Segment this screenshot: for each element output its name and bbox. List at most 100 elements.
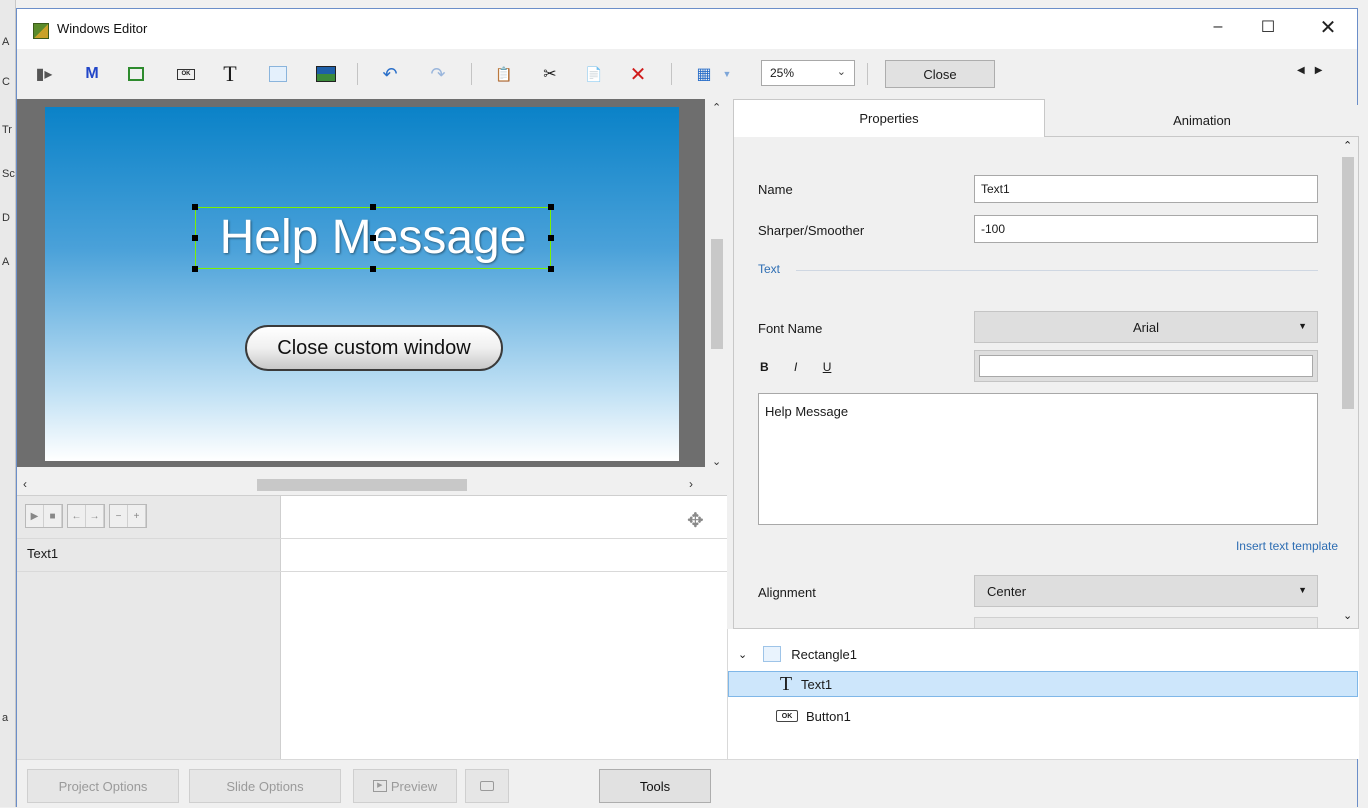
tree-item-button1[interactable]: OK Button1 [728,703,1358,729]
grid-icon[interactable]: ▦ [691,61,717,87]
bg-letter: D [2,212,10,224]
scroll-thumb[interactable] [711,239,723,349]
minus-icon[interactable]: − [110,505,128,527]
background-app-strip: A C Tr Sc D A a [0,0,16,807]
font-name-select[interactable]: Arial ▼ [974,311,1318,343]
tab-animation[interactable]: Animation [1045,105,1359,137]
tree-item-rectangle1[interactable]: ⌄ Rectangle1 [728,641,1358,667]
resize-handle[interactable] [548,235,554,241]
zoom-select[interactable]: 25% ⌄ [761,60,855,86]
slide-options-button[interactable]: Slide Options [189,769,341,803]
text-content-area[interactable]: Help Message [758,393,1318,525]
text-object-icon: T [779,672,793,695]
scroll-thumb[interactable] [257,479,467,491]
frame-icon[interactable] [123,61,149,87]
redo-icon[interactable]: ↷ [425,61,451,87]
bg-letter: a [2,712,9,724]
timeline-row[interactable] [17,538,727,572]
canvas-area: Help Message Close custom window [17,99,707,479]
text-object-icon[interactable]: T [217,61,243,87]
scroll-right-icon[interactable]: › [689,477,693,491]
timeline-panel: ▶ ■ ← → − + ✥ Text1 [17,495,727,760]
resize-handle[interactable] [370,266,376,272]
bold-button[interactable]: B [760,360,769,374]
preview-button[interactable]: ▶ Preview [353,769,457,803]
tree-item-text1[interactable]: T Text1 [728,671,1358,697]
project-options-button[interactable]: Project Options [27,769,179,803]
font-color-swatch [979,355,1313,377]
text-section-title: Text [758,262,781,276]
alignment-select[interactable]: Center ▼ [974,575,1318,607]
scroll-down-icon[interactable]: ⌄ [712,455,721,468]
resize-handle[interactable] [370,204,376,210]
resize-handle[interactable] [192,266,198,272]
underline-button[interactable]: U [823,360,832,374]
canvas-vertical-scrollbar[interactable]: ⌃ ⌄ [707,99,727,475]
scroll-up-icon[interactable]: ⌃ [712,101,721,114]
copy-icon[interactable]: 📋 [491,61,517,87]
font-color-box[interactable] [974,350,1318,382]
tools-button[interactable]: Tools [599,769,711,803]
italic-button[interactable]: I [794,360,797,374]
maximize-icon[interactable]: ☐ [1245,9,1291,45]
toolbar-separator [867,63,868,85]
arrow-right-icon[interactable]: → [86,505,104,527]
properties-panel: Name Text1 Sharper/Smoother -100 Text Fo… [733,137,1359,629]
name-input[interactable]: Text1 [974,175,1318,203]
properties-tabs: Properties Animation [733,99,1359,137]
bg-letter: C [2,76,10,88]
scroll-thumb[interactable] [1342,157,1354,409]
window-mode-button[interactable] [465,769,509,803]
resize-handle[interactable] [192,235,198,241]
canvas-horizontal-scrollbar[interactable]: ‹ › [17,475,707,495]
mask-icon[interactable]: M [79,61,105,87]
timeline-object-list [17,496,281,760]
properties-scrollbar[interactable]: ⌃ ⌄ [1338,137,1358,628]
resize-handle[interactable] [548,204,554,210]
step-group: ← → [67,504,105,528]
grid-dropdown-icon[interactable]: ▼ [719,61,735,87]
window-mode-icon [480,781,494,791]
arrow-left-icon[interactable]: ← [68,505,86,527]
tab-properties[interactable]: Properties [733,99,1045,137]
scroll-up-icon[interactable]: ⌃ [1343,139,1352,152]
move-icon[interactable]: ✥ [687,508,704,533]
paste-icon[interactable]: 📄 [581,61,607,87]
close-button[interactable]: Close [885,60,995,88]
bg-letter: A [2,256,10,268]
resize-handle[interactable] [548,266,554,272]
rectangle-icon[interactable] [265,61,291,87]
toolbar-separator [671,63,672,85]
tree-item-label: Rectangle1 [791,646,857,662]
toolbar-scroll-arrows-icon[interactable]: ◀▶ [1297,65,1332,76]
insert-text-template-link[interactable]: Insert text template [1236,539,1338,553]
toolbar-separator [471,63,472,85]
cut-icon[interactable]: ✂ [537,61,563,87]
play-icon[interactable]: ▶ [26,505,44,527]
undo-icon[interactable]: ↶ [377,61,403,87]
expand-chevron-icon[interactable]: ⌄ [738,648,747,661]
sharper-smoother-label: Sharper/Smoother [758,223,865,238]
close-custom-window-button[interactable]: Close custom window [245,325,503,371]
slide-canvas[interactable]: Help Message Close custom window [45,107,679,461]
stop-icon[interactable]: ■ [44,505,62,527]
delete-icon[interactable]: ✕ [625,61,651,87]
close-window-icon[interactable]: ✕ [1305,9,1351,45]
windows-editor-window: Windows Editor – ☐ ✕ ▮▸ M OK T ↶ ↷ 📋 ✂ 📄… [16,8,1359,808]
resize-handle[interactable] [192,204,198,210]
tree-item-label: Text1 [801,676,833,692]
image-icon[interactable] [313,61,339,87]
scroll-left-icon[interactable]: ‹ [23,477,27,491]
next-property-field[interactable] [974,617,1318,628]
video-camera-icon[interactable]: ▮▸ [31,61,57,87]
sharper-smoother-input[interactable]: -100 [974,215,1318,243]
button-object-icon[interactable]: OK [173,61,199,87]
zoom-group: − + [109,504,147,528]
minimize-icon[interactable]: – [1195,9,1241,45]
toolbar-separator [357,63,358,85]
bg-letter: Tr [2,124,12,136]
rotation-center-handle[interactable] [370,235,376,241]
scroll-down-icon[interactable]: ⌄ [1343,609,1352,622]
section-divider [796,270,1318,271]
plus-icon[interactable]: + [128,505,146,527]
